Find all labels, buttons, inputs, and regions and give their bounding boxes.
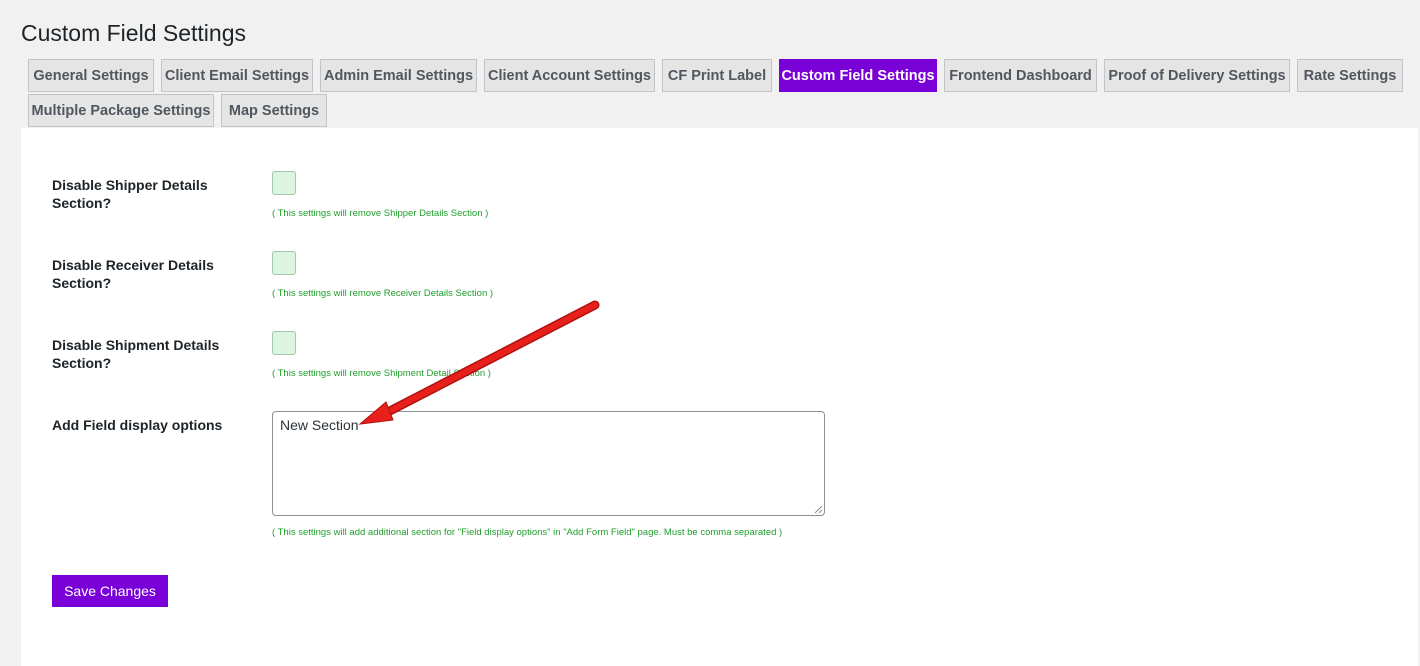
tab-client-account-settings[interactable]: Client Account Settings [484, 59, 655, 92]
tab-map-settings[interactable]: Map Settings [221, 94, 327, 127]
tab-rate-settings[interactable]: Rate Settings [1297, 59, 1403, 92]
disable-receiver-label: Disable Receiver Details Section? [52, 257, 214, 291]
tab-proof-of-delivery-settings[interactable]: Proof of Delivery Settings [1104, 59, 1290, 92]
tab-multiple-package-settings[interactable]: Multiple Package Settings [28, 94, 214, 127]
save-changes-button[interactable]: Save Changes [52, 575, 168, 607]
tab-client-email-settings[interactable]: Client Email Settings [161, 59, 313, 92]
disable-shipper-label: Disable Shipper Details Section? [52, 177, 208, 211]
disable-receiver-checkbox[interactable] [272, 251, 296, 275]
tab-general-settings[interactable]: General Settings [28, 59, 154, 92]
page-title: Custom Field Settings [21, 20, 246, 46]
disable-shipment-checkbox[interactable] [272, 331, 296, 355]
resize-handle-icon[interactable] [814, 505, 823, 514]
tab-frontend-dashboard[interactable]: Frontend Dashboard [944, 59, 1097, 92]
disable-receiver-help: ( This settings will remove Receiver Det… [272, 288, 494, 299]
disable-shipment-label: Disable Shipment Details Section? [52, 337, 220, 371]
disable-shipper-checkbox[interactable] [272, 171, 296, 195]
field-display-label: Add Field display options [52, 417, 223, 433]
tab-admin-email-settings[interactable]: Admin Email Settings [320, 59, 477, 92]
tab-custom-field-settings[interactable]: Custom Field Settings [779, 59, 937, 92]
settings-panel: Disable Shipper Details Section? ( This … [21, 128, 1418, 666]
tab-cf-print-label[interactable]: CF Print Label [662, 59, 772, 92]
field-display-textarea[interactable]: New Section [272, 411, 825, 516]
disable-shipment-help: ( This settings will remove Shipment Det… [272, 368, 491, 379]
disable-shipper-help: ( This settings will remove Shipper Deta… [272, 208, 489, 219]
field-display-help: ( This settings will add additional sect… [272, 527, 783, 538]
